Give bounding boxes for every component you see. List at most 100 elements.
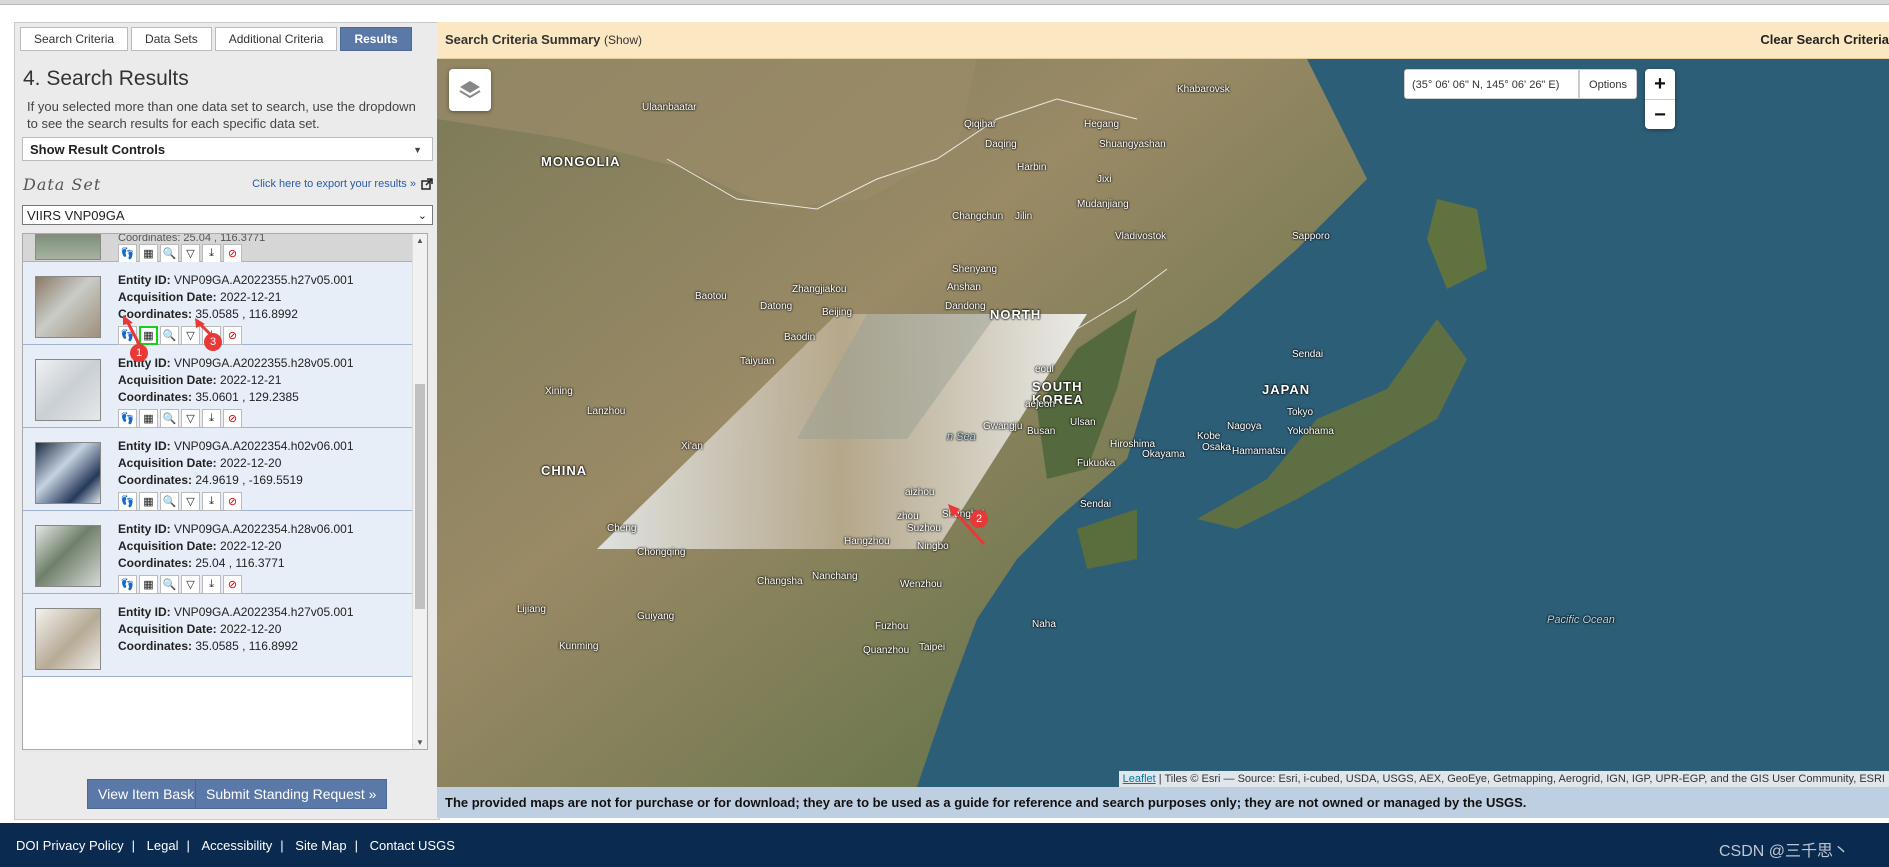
summary-toggle[interactable]: (Show) bbox=[604, 33, 642, 47]
exclude-icon[interactable]: ⊘ bbox=[223, 492, 242, 511]
dataset-select-value: VIIRS VNP09GA bbox=[27, 208, 125, 223]
zoom-in-button[interactable]: + bbox=[1645, 69, 1675, 100]
map-options-button[interactable]: Options bbox=[1579, 69, 1637, 99]
map-canvas[interactable]: (35° 06' 06" N, 145° 06' 26" E) Options … bbox=[437, 59, 1889, 787]
exclude-icon[interactable]: ⊘ bbox=[223, 409, 242, 428]
export-results-link[interactable]: Click here to export your results » bbox=[252, 178, 433, 190]
scene-info: Entity ID: VNP09GA.A2022354.h02v06.001 A… bbox=[118, 439, 354, 487]
map-label: aejeon bbox=[1025, 399, 1056, 410]
entity-id: VNP09GA.A2022355.h27v05.001 bbox=[174, 273, 354, 287]
results-intro: If you selected more than one data set t… bbox=[27, 99, 416, 131]
chevron-down-icon: ⌄ bbox=[417, 210, 427, 222]
tab-additional-criteria[interactable]: Additional Criteria bbox=[214, 27, 338, 51]
map-label: Pacific Ocean bbox=[1547, 614, 1615, 626]
tab-results[interactable]: Results bbox=[340, 27, 412, 51]
map-label: Hamamatsu bbox=[1232, 446, 1286, 457]
scene-thumbnail[interactable] bbox=[35, 234, 101, 260]
footprint-icon[interactable]: 👣 bbox=[118, 492, 137, 511]
result-controls-dropdown[interactable]: Show Result Controls ▼ bbox=[22, 137, 433, 161]
map-label: NORTH bbox=[990, 307, 1042, 322]
footprint-icon[interactable]: 👣 bbox=[118, 244, 137, 263]
layers-control-button[interactable] bbox=[449, 69, 491, 111]
map-label: Kunming bbox=[559, 641, 599, 652]
submit-standing-request-button[interactable]: Submit Standing Request » bbox=[195, 779, 388, 809]
map-label: Yokohama bbox=[1287, 426, 1334, 437]
map-label: Kobe bbox=[1197, 431, 1221, 442]
map-label: Mudanjiang bbox=[1077, 199, 1129, 210]
results-list[interactable]: Coordinates: 25.04 , 116.3771 👣 ▦ 🔍 ▽ ⤓ … bbox=[22, 233, 428, 750]
results-scrollbar[interactable]: ▲ ▼ bbox=[412, 234, 427, 749]
page-title: 4. Search Results bbox=[23, 67, 189, 90]
tab-search-criteria[interactable]: Search Criteria bbox=[20, 27, 129, 51]
overlay-icon[interactable]: ▦ bbox=[139, 244, 158, 263]
map-label: Sapporo bbox=[1292, 231, 1330, 242]
table-row: Entity ID: VNP09GA.A2022354.h28v06.001 A… bbox=[23, 511, 412, 594]
footer-link-privacy[interactable]: DOI Privacy Policy bbox=[16, 838, 124, 853]
dataset-label: Data Set bbox=[23, 175, 102, 194]
scene-thumbnail[interactable] bbox=[35, 608, 101, 670]
overlay-icon[interactable]: ▦ bbox=[139, 409, 158, 428]
dataset-select[interactable]: VIIRS VNP09GA ⌄ bbox=[22, 205, 433, 225]
entity-id: VNP09GA.A2022354.h02v06.001 bbox=[174, 439, 354, 453]
export-link-text: Click here to export your results » bbox=[252, 178, 416, 190]
metadata-icon[interactable]: 🔍 bbox=[160, 492, 179, 511]
compare-icon[interactable]: ▽ bbox=[181, 492, 200, 511]
scene-thumbnail[interactable] bbox=[35, 359, 101, 421]
scroll-down-icon[interactable]: ▼ bbox=[413, 738, 427, 747]
download-icon[interactable]: ⤓ bbox=[202, 492, 221, 511]
scrollbar-thumb[interactable] bbox=[415, 384, 425, 609]
overlay-icon[interactable]: ▦ bbox=[139, 492, 158, 511]
map-label: Qiqihar bbox=[964, 119, 997, 130]
tab-data-sets[interactable]: Data Sets bbox=[131, 27, 212, 51]
metadata-icon[interactable]: 🔍 bbox=[160, 575, 179, 594]
scroll-up-icon[interactable]: ▲ bbox=[413, 236, 427, 245]
download-icon[interactable]: ⤓ bbox=[202, 575, 221, 594]
map-label: Cheng bbox=[607, 523, 637, 534]
compare-icon[interactable]: ▽ bbox=[181, 409, 200, 428]
row-tools: 👣 ▦ 🔍 ▽ ⤓ ⊘ bbox=[118, 409, 242, 428]
metadata-icon[interactable]: 🔍 bbox=[160, 409, 179, 428]
map-label: Nagoya bbox=[1227, 421, 1262, 432]
exclude-icon[interactable]: ⊘ bbox=[223, 575, 242, 594]
scene-thumbnail[interactable] bbox=[35, 276, 101, 338]
footer-link-accessibility[interactable]: Accessibility bbox=[201, 838, 272, 853]
entity-id: VNP09GA.A2022354.h28v06.001 bbox=[174, 522, 354, 536]
tab-bar: Search Criteria Data Sets Additional Cri… bbox=[20, 27, 412, 51]
map-label: Busan bbox=[1027, 426, 1056, 437]
map-label: Osaka bbox=[1202, 442, 1231, 453]
map-label: Shenyang bbox=[952, 264, 998, 275]
layers-icon bbox=[459, 81, 481, 99]
footprint-icon[interactable]: 👣 bbox=[118, 409, 137, 428]
compare-icon[interactable]: ▽ bbox=[181, 575, 200, 594]
map-label: Quanzhou bbox=[863, 645, 910, 656]
map-label: Jilin bbox=[1015, 211, 1033, 222]
cursor-coordinates: (35° 06' 06" N, 145° 06' 26" E) bbox=[1404, 69, 1579, 99]
exclude-icon[interactable]: ⊘ bbox=[223, 244, 242, 263]
site-footer: DOI Privacy Policy | Legal | Accessibility… bbox=[0, 823, 1889, 867]
map-label: Gwangju bbox=[983, 421, 1023, 432]
metadata-icon[interactable]: 🔍 bbox=[160, 244, 179, 263]
download-icon[interactable]: ⤓ bbox=[202, 244, 221, 263]
footprint-icon[interactable]: 👣 bbox=[118, 575, 137, 594]
compare-icon[interactable]: ▽ bbox=[181, 244, 200, 263]
map-disclaimer: The provided maps are not for purchase o… bbox=[437, 787, 1889, 818]
footer-link-contact[interactable]: Contact USGS bbox=[370, 838, 455, 853]
download-icon[interactable]: ⤓ bbox=[202, 409, 221, 428]
leaflet-link[interactable]: Leaflet bbox=[1123, 773, 1156, 785]
zoom-control: + − bbox=[1645, 69, 1675, 129]
scene-thumbnail[interactable] bbox=[35, 442, 101, 504]
map-label: Hangzhou bbox=[844, 536, 890, 547]
footer-link-sitemap[interactable]: Site Map bbox=[295, 838, 346, 853]
table-row: Entity ID: VNP09GA.A2022354.h27v05.001 A… bbox=[23, 594, 412, 677]
overlay-icon[interactable]: ▦ bbox=[139, 575, 158, 594]
results-panel: Search Criteria Data Sets Additional Cri… bbox=[14, 22, 440, 820]
result-controls-label: Show Result Controls bbox=[30, 142, 166, 157]
scene-thumbnail[interactable] bbox=[35, 525, 101, 587]
map-label: Hegang bbox=[1084, 119, 1120, 130]
map-label: Suzhou bbox=[907, 523, 941, 534]
zoom-out-button[interactable]: − bbox=[1645, 100, 1675, 130]
footer-link-legal[interactable]: Legal bbox=[147, 838, 179, 853]
map-label: n Sea bbox=[947, 431, 976, 443]
clear-search-criteria-link[interactable]: Clear Search Criteria bbox=[1760, 32, 1889, 47]
map-label: zhou bbox=[897, 511, 919, 522]
